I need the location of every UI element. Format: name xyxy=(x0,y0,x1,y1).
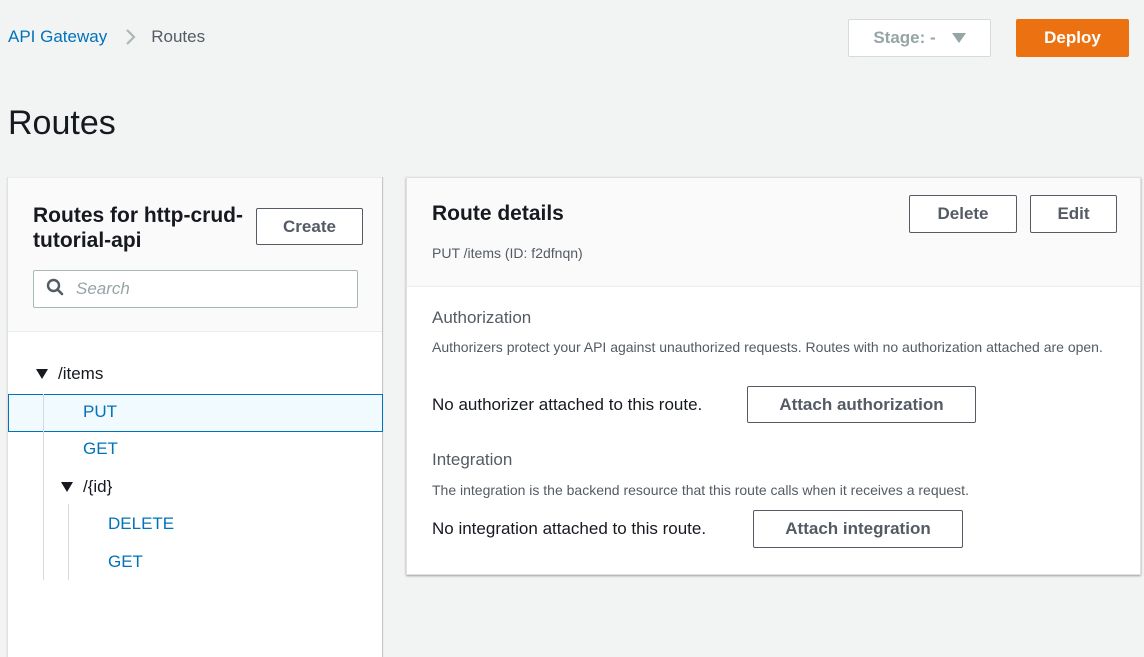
delete-button[interactable]: Delete xyxy=(909,195,1017,233)
search-field[interactable] xyxy=(33,270,358,308)
route-method-get-id[interactable]: GET xyxy=(108,552,143,572)
tree-node-label: /{id} xyxy=(83,477,113,496)
search-icon xyxy=(46,278,64,301)
routes-panel-title: Routes for http-crud-tutorial-api xyxy=(33,204,243,252)
create-route-button[interactable]: Create xyxy=(256,208,363,245)
integration-title: Integration xyxy=(432,450,513,469)
routes-panel: Routes for http-crud-tutorial-api Create… xyxy=(7,177,383,657)
chevron-right-icon xyxy=(125,28,137,46)
route-details-panel: Route details Delete Edit PUT /items (ID… xyxy=(406,177,1141,575)
selected-route-row xyxy=(8,394,383,432)
edit-button[interactable]: Edit xyxy=(1030,195,1117,233)
route-method-label: GET xyxy=(108,552,143,571)
route-details-header: Route details Delete Edit PUT /items (ID… xyxy=(407,178,1140,287)
attach-authorization-button[interactable]: Attach authorization xyxy=(747,386,976,423)
integration-status: No integration attached to this route. xyxy=(432,519,707,538)
deploy-button[interactable]: Deploy xyxy=(1016,19,1129,57)
routes-panel-header: Routes for http-crud-tutorial-api Create xyxy=(8,177,382,332)
authorization-description: Authorizers protect your API against una… xyxy=(432,339,1103,355)
route-method-label: GET xyxy=(83,439,118,458)
stage-select-label: Stage: - xyxy=(873,28,936,47)
route-method-label: PUT xyxy=(83,402,117,421)
tree-node-items[interactable]: /items xyxy=(36,364,103,384)
tree-node-id[interactable]: /{id} xyxy=(61,477,112,497)
tree-guide-line xyxy=(43,394,44,580)
breadcrumb-current: Routes xyxy=(151,27,206,46)
route-method-label: DELETE xyxy=(108,514,175,533)
caret-down-icon xyxy=(61,482,73,492)
tree-guide-line xyxy=(68,504,69,580)
stage-select[interactable]: Stage: - xyxy=(848,19,991,57)
authorization-title: Authorization xyxy=(432,308,532,327)
route-method-put[interactable]: PUT xyxy=(83,402,117,422)
integration-description: The integration is the backend resource … xyxy=(432,482,969,498)
search-input[interactable] xyxy=(76,279,336,299)
authorization-status: No authorizer attached to this route. xyxy=(432,395,703,414)
caret-down-icon xyxy=(36,369,48,379)
attach-integration-button[interactable]: Attach integration xyxy=(753,510,963,548)
breadcrumb-api-gateway-link[interactable]: API Gateway xyxy=(8,27,107,47)
breadcrumb: API Gateway Routes xyxy=(8,27,205,47)
route-summary: PUT /items (ID: f2dfnqn) xyxy=(432,245,583,261)
tree-node-label: /items xyxy=(58,364,104,383)
route-details-title: Route details xyxy=(432,202,564,225)
route-method-get[interactable]: GET xyxy=(83,439,118,459)
caret-down-icon xyxy=(951,33,966,43)
page-title: Routes xyxy=(8,104,116,142)
route-method-delete[interactable]: DELETE xyxy=(108,514,174,534)
